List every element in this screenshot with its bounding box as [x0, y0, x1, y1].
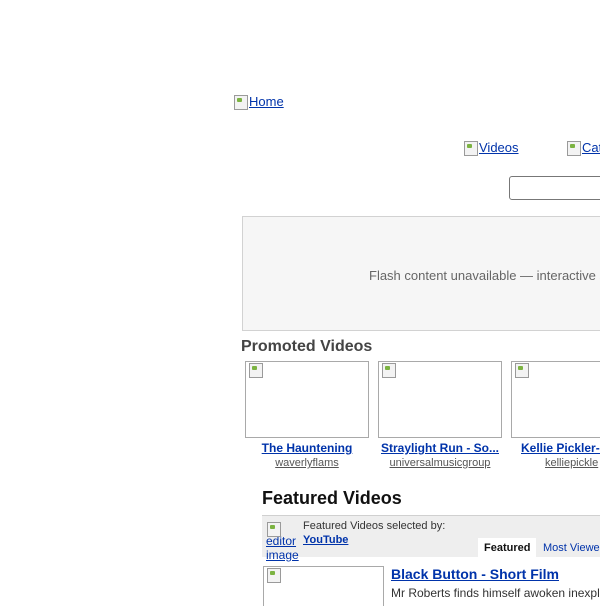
- selected-by-label: Featured Videos selected by:: [303, 520, 446, 532]
- promoted-video-thumbnail[interactable]: [511, 361, 600, 438]
- featured-videos-header-panel: editor image Featured Videos selected by…: [262, 515, 600, 562]
- tab-featured[interactable]: Featured: [478, 538, 537, 558]
- home-logo-link[interactable]: Home: [233, 94, 284, 110]
- broken-image-icon: [266, 521, 282, 537]
- promoted-video-card: Straylight Run - So... universalmusicgro…: [378, 361, 502, 469]
- featured-videos-heading: Featured Videos: [262, 488, 402, 508]
- home-link-label: Home: [249, 94, 284, 109]
- broken-image-icon: [566, 140, 582, 156]
- promoted-videos-heading: Promoted Videos: [241, 338, 373, 355]
- broken-image-icon: [248, 362, 264, 378]
- broken-image-icon: [463, 140, 479, 156]
- promoted-video-user-link[interactable]: waverlyflams: [245, 457, 369, 469]
- promoted-video-card: The Hauntening waverlyflams: [245, 361, 369, 469]
- featured-video-title-link[interactable]: Black Button - Short Film: [391, 566, 559, 582]
- editor-image: editor image: [266, 521, 302, 562]
- tab-most-viewed[interactable]: Most Viewe: [537, 538, 600, 558]
- broken-image-icon: [266, 567, 282, 583]
- selected-by-youtube-link[interactable]: YouTube: [303, 534, 348, 546]
- promoted-video-thumbnail[interactable]: [245, 361, 369, 438]
- nav-categories-label: Cat: [582, 140, 600, 155]
- promoted-video-user-link[interactable]: kelliepickle: [511, 457, 600, 469]
- broken-image-icon: [381, 362, 397, 378]
- editor-image-alt-link[interactable]: editor image: [266, 534, 302, 562]
- promoted-video-card: Kellie Pickler-I kelliepickle: [511, 361, 600, 469]
- nav-videos-label: Videos: [479, 140, 519, 155]
- promoted-video-title-link[interactable]: The Hauntening: [245, 441, 369, 455]
- flash-unavailable-message: Flash content unavailable — interactive …: [369, 268, 600, 283]
- featured-video-thumbnail[interactable]: [263, 566, 384, 606]
- promoted-video-title-link[interactable]: Straylight Run - So...: [378, 441, 502, 455]
- flash-content-area: Flash content unavailable — interactive …: [242, 216, 600, 331]
- featured-video-description: Mr Roberts finds himself awoken inexpl: [391, 586, 600, 600]
- nav-videos-link[interactable]: Videos: [463, 140, 519, 156]
- search-input[interactable]: [509, 176, 600, 200]
- nav-categories-link[interactable]: Cat: [566, 140, 600, 156]
- broken-image-icon: [233, 94, 249, 110]
- promoted-video-thumbnail[interactable]: [378, 361, 502, 438]
- promoted-video-title-link[interactable]: Kellie Pickler-I: [511, 441, 600, 455]
- promoted-video-user-link[interactable]: universalmusicgroup: [378, 457, 502, 469]
- broken-image-icon: [514, 362, 530, 378]
